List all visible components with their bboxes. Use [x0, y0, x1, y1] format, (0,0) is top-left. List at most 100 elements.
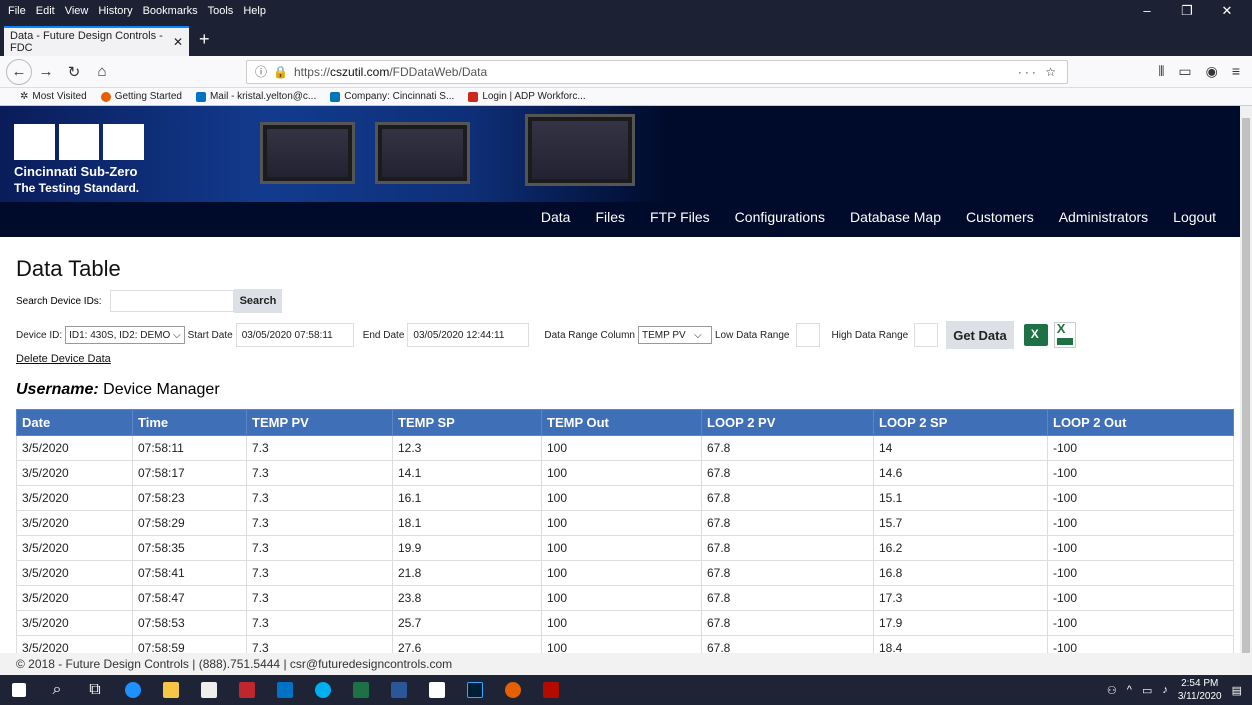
col-temp-pv[interactable]: TEMP PV	[246, 409, 393, 436]
skype-icon[interactable]	[304, 675, 342, 705]
scrollbar-thumb[interactable]	[1242, 118, 1250, 653]
document-icon[interactable]	[418, 675, 456, 705]
new-tab-icon[interactable]: +	[199, 29, 210, 56]
delete-device-data-link[interactable]: Delete Device Data	[16, 353, 111, 365]
menu-tools[interactable]: Tools	[208, 5, 234, 17]
col-loop2-pv[interactable]: LOOP 2 PV	[701, 409, 874, 436]
bookmark-most-visited[interactable]: ✲ Most Visited	[20, 91, 87, 102]
reload-icon[interactable]: ↻	[60, 58, 88, 86]
get-data-button[interactable]: Get Data	[946, 321, 1014, 349]
acrobat-icon[interactable]	[532, 675, 570, 705]
search-icon[interactable]: ⌕	[38, 675, 76, 705]
csz-logo[interactable]: Cincinnati Sub-Zero The Testing Standard…	[14, 124, 164, 195]
url-bar[interactable]: ⓘ 🔒 https://cszutil.com/FDDataWeb/Data ·…	[246, 59, 1068, 84]
col-date[interactable]: Date	[16, 409, 133, 436]
nav-ftp-files[interactable]: FTP Files	[650, 209, 710, 225]
bookmark-getting-started[interactable]: Getting Started	[100, 91, 182, 102]
col-temp-out[interactable]: TEMP Out	[541, 409, 702, 436]
page-footer: © 2018 - Future Design Controls | (888).…	[0, 653, 1240, 675]
menu-view[interactable]: View	[65, 5, 89, 17]
table-cell: 100	[541, 610, 702, 636]
bookmarks-bar: ✲ Most Visited Getting Started Mail - kri…	[0, 88, 1252, 106]
home-icon[interactable]: ⌂	[88, 58, 116, 86]
low-range-input[interactable]	[795, 323, 820, 347]
col-temp-sp[interactable]: TEMP SP	[392, 409, 542, 436]
clock-time: 2:54 PM	[1181, 678, 1219, 689]
library-icon[interactable]: ⫴	[1158, 63, 1164, 80]
nav-logout[interactable]: Logout	[1173, 209, 1216, 225]
bookmark-mail[interactable]: Mail - kristal.yelton@c...	[195, 91, 316, 102]
menu-file[interactable]: File	[8, 5, 26, 17]
info-icon[interactable]: ⓘ	[255, 63, 267, 80]
restore-icon[interactable]: ❐	[1172, 3, 1202, 19]
edge-icon[interactable]	[114, 675, 152, 705]
search-label: Search Device IDs:	[16, 295, 102, 307]
extension-icon[interactable]: ◉	[1206, 63, 1218, 80]
logo-mark	[14, 124, 145, 160]
device-id-select[interactable]: ID1: 430S, ID2: DEMO ⌵	[65, 326, 185, 344]
nav-administrators[interactable]: Administrators	[1059, 209, 1148, 225]
table-cell: 67.8	[701, 460, 874, 486]
volume-icon[interactable]: ♪	[1162, 684, 1168, 696]
table-cell: 16.8	[873, 560, 1048, 586]
tablet-image	[525, 114, 635, 186]
menu-help[interactable]: Help	[243, 5, 266, 17]
tray-chevron-icon[interactable]: ^	[1127, 684, 1132, 696]
csv-export-icon[interactable]	[1053, 321, 1076, 348]
photoshop-icon[interactable]	[456, 675, 494, 705]
minimize-icon[interactable]: –	[1132, 3, 1162, 18]
high-range-label: High Data Range	[831, 329, 909, 341]
page-title: Data Table	[16, 256, 121, 281]
nav-database-map[interactable]: Database Map	[850, 209, 941, 225]
hamburger-menu-icon[interactable]: ≡	[1232, 63, 1240, 80]
network-icon[interactable]: ▭	[1142, 684, 1152, 697]
table-cell: 7.3	[246, 460, 393, 486]
word-icon[interactable]	[380, 675, 418, 705]
bookmark-company[interactable]: Company: Cincinnati S...	[330, 91, 454, 102]
end-date-input[interactable]: 03/05/2020 12:44:11	[407, 323, 530, 347]
nav-customers[interactable]: Customers	[966, 209, 1034, 225]
table-cell: 3/5/2020	[16, 535, 133, 561]
col-loop2-out[interactable]: LOOP 2 Out	[1047, 409, 1234, 436]
excel-export-icon[interactable]	[1023, 324, 1048, 346]
table-cell: -100	[1047, 460, 1234, 486]
table-cell: 3/5/2020	[16, 610, 133, 636]
table-cell: 7.3	[246, 485, 393, 511]
start-date-input[interactable]: 03/05/2020 07:58:11	[235, 323, 354, 347]
rsa-icon[interactable]	[228, 675, 266, 705]
clock[interactable]: 2:54 PM 3/11/2020	[1178, 677, 1222, 703]
menu-edit[interactable]: Edit	[36, 5, 55, 17]
back-icon[interactable]: ←	[6, 58, 32, 85]
tab-close-icon[interactable]: ✕	[173, 35, 183, 49]
nav-data[interactable]: Data	[541, 209, 571, 225]
site-header: Cincinnati Sub-Zero The Testing Standard…	[0, 106, 1240, 237]
forward-icon[interactable]: →	[32, 58, 60, 86]
bookmark-adp[interactable]: Login | ADP Workforc...	[468, 91, 586, 102]
windows-start-icon[interactable]	[0, 675, 38, 705]
task-view-icon[interactable]: ⧉	[76, 675, 114, 705]
people-icon[interactable]: ⚇	[1107, 684, 1117, 697]
table-row: 3/5/2020 07:58:35 7.3 19.9 100 67.8 16.2 -100	[16, 535, 1234, 561]
file-explorer-icon[interactable]	[152, 675, 190, 705]
range-column-select[interactable]: TEMP PV ⌵	[638, 326, 712, 344]
search-input[interactable]	[109, 290, 234, 312]
page-scrollbar[interactable]	[1240, 106, 1252, 675]
close-window-icon[interactable]: ✕	[1212, 3, 1242, 19]
tab-data[interactable]: Data - Future Design Controls - FDC ✕	[4, 26, 189, 56]
high-range-input[interactable]	[914, 323, 939, 347]
col-time[interactable]: Time	[132, 409, 247, 436]
notifications-icon[interactable]: ▤	[1232, 684, 1242, 697]
menu-history[interactable]: History	[98, 5, 132, 17]
table-row: 3/5/2020 07:58:47 7.3 23.8 100 67.8 17.3 -100	[16, 585, 1234, 611]
store-icon[interactable]	[190, 675, 228, 705]
page-actions-icon[interactable]: ··· ☆	[1018, 65, 1059, 79]
firefox-icon[interactable]	[494, 675, 532, 705]
menu-bookmarks[interactable]: Bookmarks	[143, 5, 198, 17]
nav-files[interactable]: Files	[595, 209, 625, 225]
outlook-icon[interactable]	[266, 675, 304, 705]
search-button[interactable]: Search	[233, 289, 283, 313]
excel-icon[interactable]	[342, 675, 380, 705]
col-loop2-sp[interactable]: LOOP 2 SP	[873, 409, 1048, 436]
sidebar-icon[interactable]: ▭	[1178, 63, 1191, 80]
nav-configurations[interactable]: Configurations	[735, 209, 825, 225]
